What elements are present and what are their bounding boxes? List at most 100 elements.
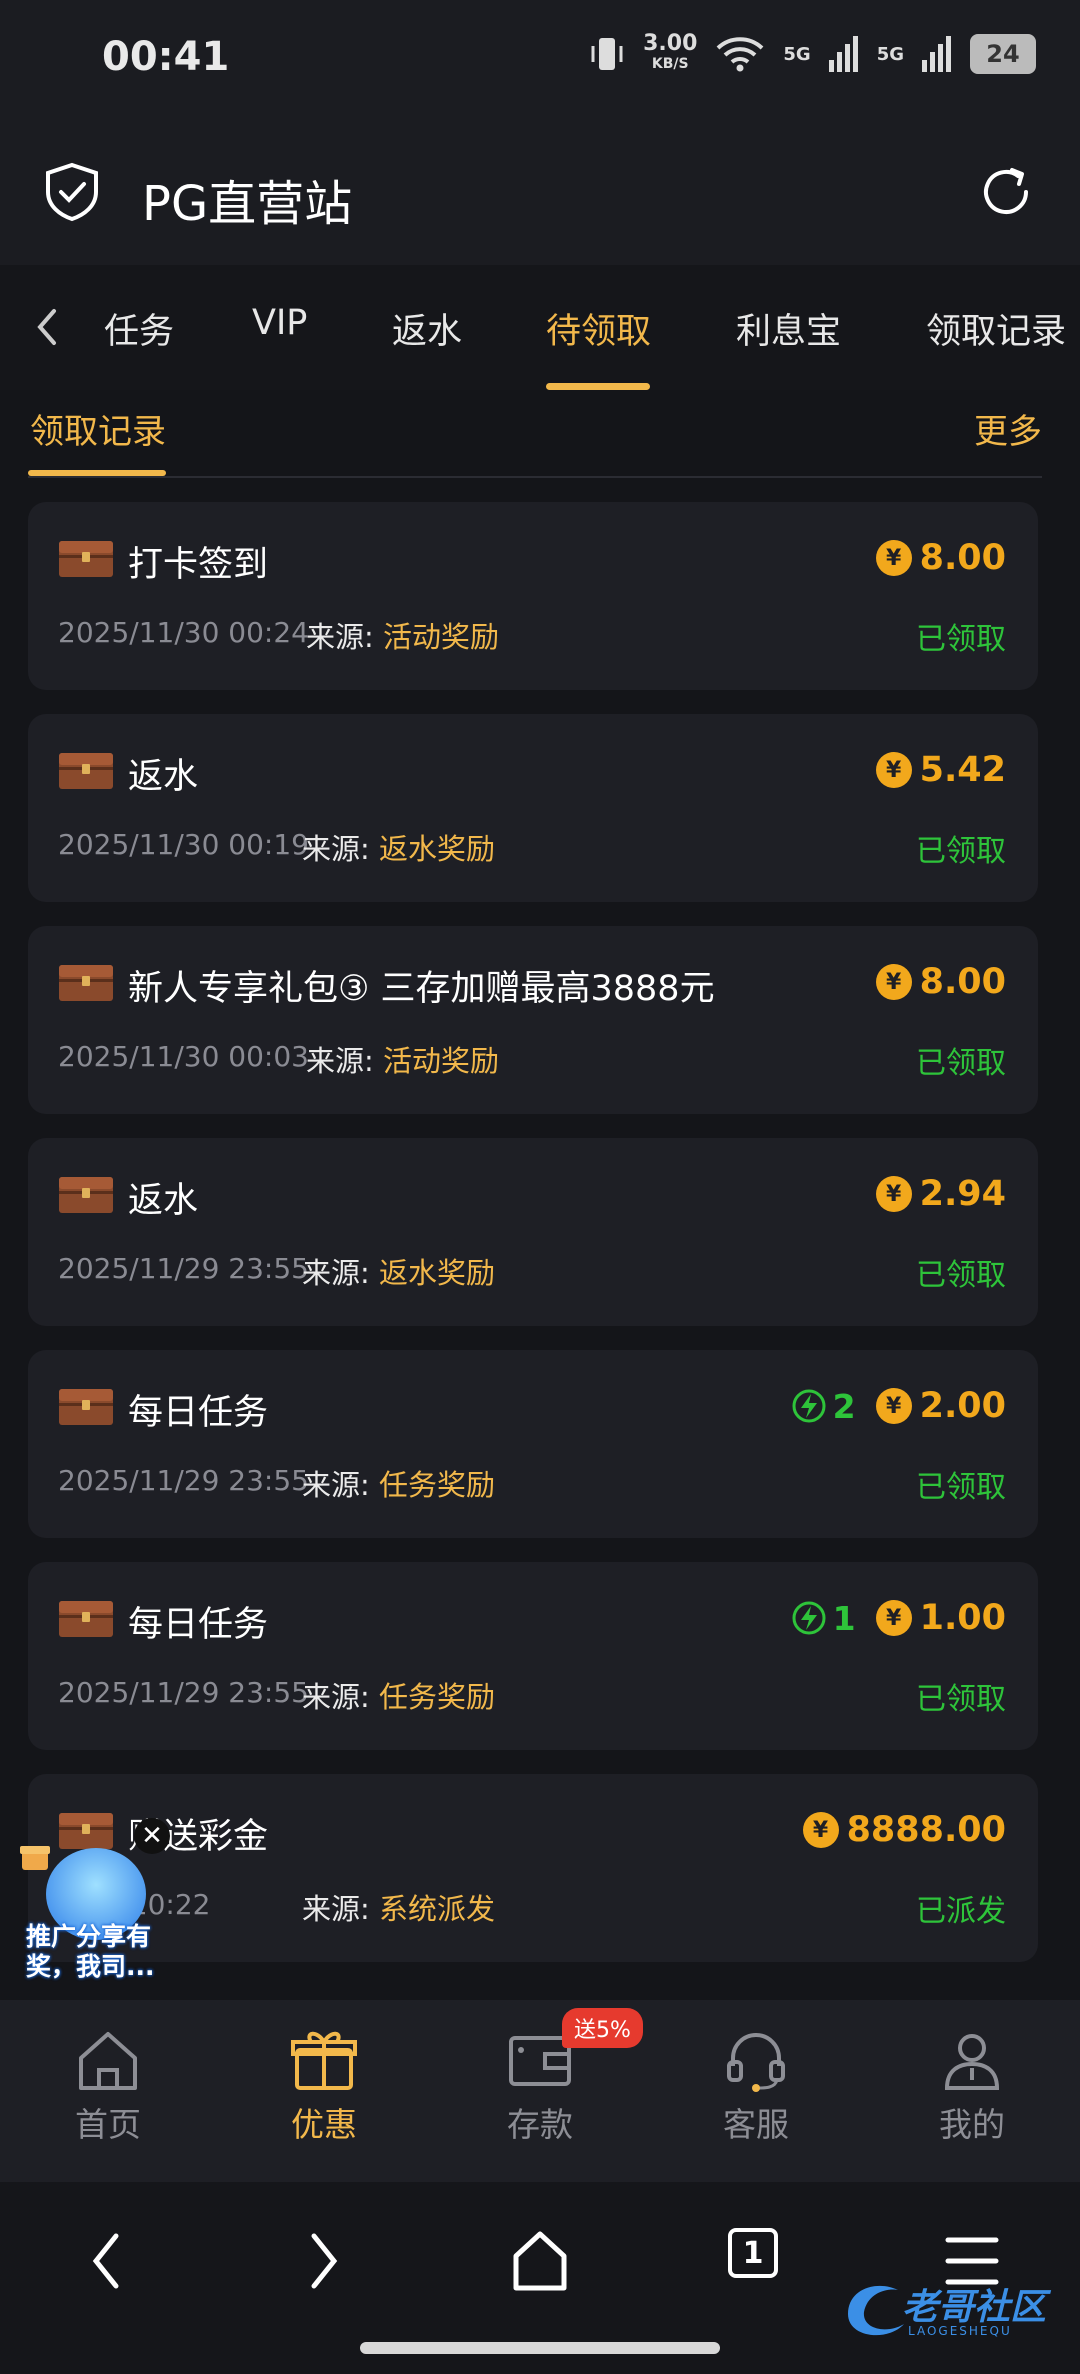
battery-icon: 24 <box>970 34 1036 74</box>
record-card[interactable]: 每日任务 1 ¥1.00 2025/11/29 23:55 来源: 任务奖励 已领取 <box>28 1562 1038 1750</box>
record-date: 2025/11/30 00:24 <box>58 616 309 649</box>
record-title: 返水 <box>128 757 199 797</box>
record-status: 已领取 <box>916 1682 1006 1717</box>
category-tabs: 任务 VIP 返水 待领取 利息宝 领取记录 <box>0 265 1080 391</box>
cash-amount: ¥8888.00 <box>802 1810 1006 1850</box>
record-card[interactable]: 打卡签到 ¥8.00 2025/11/30 00:24 来源: 活动奖励 已领取 <box>28 502 1038 690</box>
record-title: 返水 <box>128 1181 199 1221</box>
record-date: 2025/11/29 23:55 <box>58 1252 309 1285</box>
source-label: 来源: <box>302 1680 370 1714</box>
forward-icon[interactable] <box>304 2226 344 2296</box>
headset-icon <box>727 2033 785 2092</box>
treasure-chest-icon <box>59 1177 113 1213</box>
tab-rebate[interactable]: 返水 <box>392 303 462 354</box>
section-title: 领取记录 <box>30 412 166 452</box>
source-label: 来源: <box>306 1044 374 1078</box>
tabs-count-button[interactable]: 1 <box>728 2228 778 2278</box>
record-card[interactable]: 每日任务 2 ¥2.00 2025/11/29 23:55 来源: 任务奖励 已领取 <box>28 1350 1038 1538</box>
nav-support[interactable]: 客服 <box>686 2028 826 2146</box>
status-bar: 00:41 3.00 KB/S 5G 5G 24 <box>0 0 1080 120</box>
cash-amount: ¥5.42 <box>875 750 1006 790</box>
record-source: 来源: 系统派发 <box>302 1886 495 1928</box>
record-card[interactable]: 新人专享礼包③ 三存加赠最高3888元 ¥8.00 2025/11/30 00:03… <box>28 926 1038 1114</box>
refresh-icon[interactable] <box>976 162 1036 222</box>
yen-coin-icon: ¥ <box>875 964 912 1000</box>
chevron-left-icon[interactable] <box>28 305 68 349</box>
treasure-chest-icon <box>59 753 113 789</box>
points-reward: 2 <box>791 1387 856 1426</box>
record-amounts: 1 ¥1.00 <box>791 1598 1006 1638</box>
record-amounts: 2 ¥2.00 <box>791 1386 1006 1426</box>
divider <box>28 476 1042 478</box>
record-card[interactable]: 赠送彩金¥8888.000/22 10:22来源: 系统派发已派发 <box>28 1774 1038 1962</box>
tab-claim-history[interactable]: 领取记录 <box>926 303 1066 354</box>
home-icon <box>79 2032 137 2090</box>
net-speed: 3.00 KB/S <box>643 31 698 73</box>
record-amounts: ¥8.00 <box>875 962 1006 1002</box>
close-icon[interactable]: ✕ <box>134 1818 170 1854</box>
record-date: 2025/11/29 23:55 <box>58 1676 309 1709</box>
yen-coin-icon: ¥ <box>875 1176 912 1212</box>
yen-coin-icon: ¥ <box>802 1812 839 1848</box>
wifi-icon <box>717 37 764 72</box>
tab-interest[interactable]: 利息宝 <box>736 303 841 354</box>
cash-amount: ¥8.00 <box>875 538 1006 578</box>
floating-promo[interactable]: ✕ 推广分享有奖，我司... <box>12 1818 172 1988</box>
record-status: 已派发 <box>916 1894 1006 1929</box>
user-icon <box>944 2034 1000 2090</box>
record-card[interactable]: 返水 ¥2.94 2025/11/29 23:55 来源: 返水奖励 已领取 <box>28 1138 1038 1326</box>
yen-coin-icon: ¥ <box>875 752 912 788</box>
record-status: 已领取 <box>916 1470 1006 1505</box>
cash-amount: ¥2.94 <box>875 1174 1006 1214</box>
back-icon[interactable] <box>86 2226 126 2296</box>
treasure-chest-icon <box>59 541 113 577</box>
nav-profile[interactable]: 我的 <box>902 2028 1042 2146</box>
tab-vip[interactable]: VIP <box>252 303 307 343</box>
source-value: 任务奖励 <box>379 1680 496 1714</box>
record-status: 已领取 <box>916 834 1006 869</box>
yen-coin-icon: ¥ <box>875 1600 912 1636</box>
gift-icon <box>291 2031 357 2090</box>
source-value: 返水奖励 <box>379 832 496 866</box>
record-amounts: ¥2.94 <box>875 1174 1006 1214</box>
yen-coin-icon: ¥ <box>875 1388 912 1424</box>
source-label: 来源: <box>302 1256 370 1290</box>
record-title: 每日任务 <box>128 1393 269 1433</box>
more-link[interactable]: 更多 <box>974 404 1042 453</box>
record-date: 2025/11/29 23:55 <box>58 1464 309 1497</box>
record-status: 已领取 <box>916 1046 1006 1081</box>
home-indicator <box>360 2342 720 2354</box>
cash-amount: ¥2.00 <box>875 1386 1006 1426</box>
record-status: 已领取 <box>916 622 1006 657</box>
status-time: 00:41 <box>102 34 230 80</box>
source-label: 来源: <box>302 1892 370 1926</box>
nav-promotions[interactable]: 优惠 <box>254 2028 394 2146</box>
record-source: 来源: 任务奖励 <box>302 1674 495 1716</box>
vibrate-icon <box>591 38 623 70</box>
signal-icon <box>828 36 858 72</box>
source-value: 活动奖励 <box>383 1044 500 1078</box>
source-value: 返水奖励 <box>379 1256 496 1290</box>
source-label: 来源: <box>302 832 370 866</box>
record-amounts: ¥5.42 <box>875 750 1006 790</box>
nav-home[interactable]: 首页 <box>38 2028 178 2146</box>
record-title: 新人专享礼包③ 三存加赠最高3888元 <box>128 969 715 1009</box>
record-amounts: ¥8888.00 <box>802 1810 1006 1850</box>
record-card[interactable]: 返水 ¥5.42 2025/11/30 00:19 来源: 返水奖励 已领取 <box>28 714 1038 902</box>
home-button-icon[interactable] <box>510 2226 570 2296</box>
source-value: 任务奖励 <box>379 1468 496 1502</box>
yen-coin-icon: ¥ <box>875 540 912 576</box>
source-label: 来源: <box>306 620 374 654</box>
record-amounts: ¥8.00 <box>875 538 1006 578</box>
tab-tasks[interactable]: 任务 <box>104 303 174 354</box>
record-source: 来源: 任务奖励 <box>302 1462 495 1504</box>
source-label: 来源: <box>302 1468 370 1502</box>
record-title: 每日任务 <box>128 1605 269 1645</box>
record-date: 2025/11/30 00:19 <box>58 828 309 861</box>
promo-text: 推广分享有奖，我司... <box>26 1922 155 1981</box>
tab-pending[interactable]: 待领取 <box>546 303 651 354</box>
record-source: 来源: 活动奖励 <box>306 614 499 656</box>
deposit-bonus-badge: 送5% <box>562 2008 643 2048</box>
source-value: 活动奖励 <box>383 620 500 654</box>
record-status: 已领取 <box>916 1258 1006 1293</box>
